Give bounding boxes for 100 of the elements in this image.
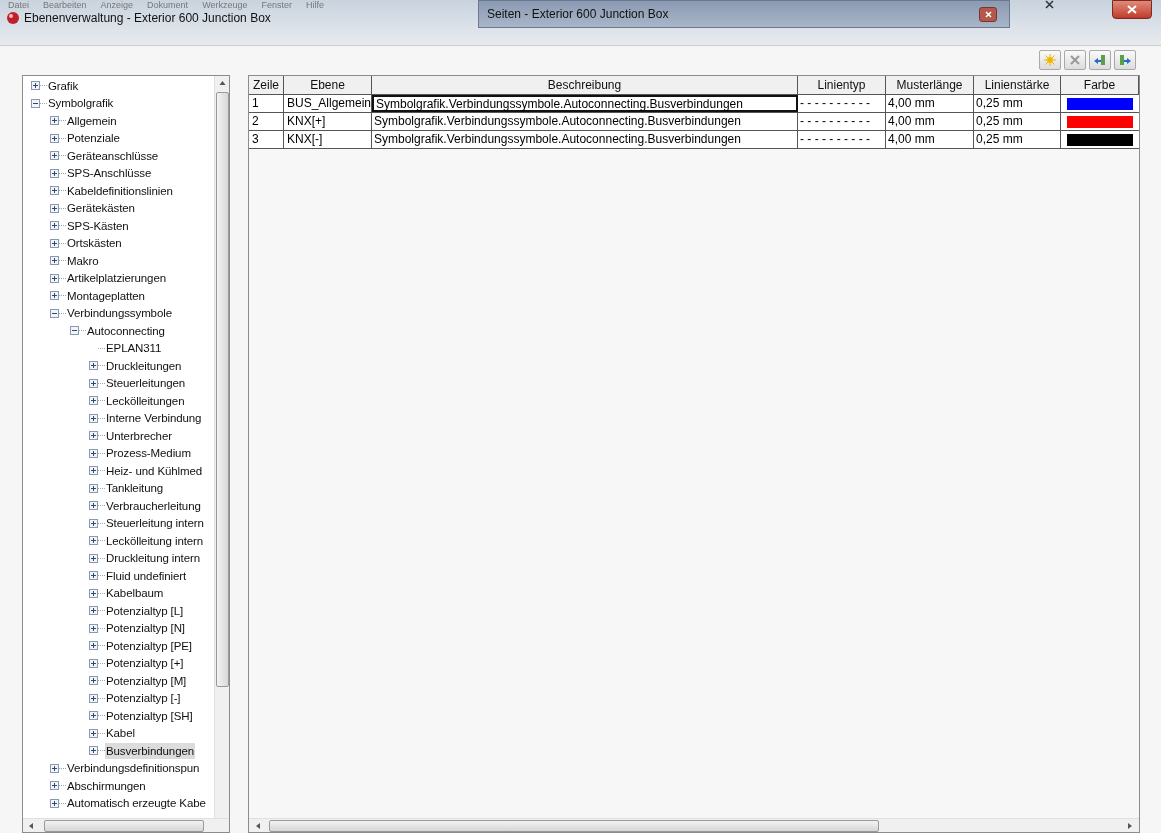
tree-item[interactable]: Druckleitung intern [105,550,201,567]
expand-icon[interactable] [89,711,98,721]
expand-icon[interactable] [89,746,98,756]
arrow-right-button[interactable] [1114,50,1136,70]
expand-icon[interactable] [50,256,59,266]
tree-item[interactable]: Druckleitungen [105,357,183,374]
tree-item[interactable]: Leckölleitungen [105,392,186,409]
expand-icon[interactable] [89,553,98,563]
expand-icon[interactable] [31,81,40,91]
expand-icon[interactable] [50,151,59,161]
tree-item[interactable]: Fluid undefiniert [105,567,188,584]
tree-item[interactable]: Ortskästen [66,235,123,252]
arrow-left-button[interactable] [1089,50,1111,70]
tree-item[interactable]: Kabel [105,725,136,742]
expand-icon[interactable] [89,536,98,546]
tree-item[interactable]: Montageplatten [66,287,146,304]
expand-icon[interactable] [89,483,98,493]
expand-icon[interactable] [89,466,98,476]
close-button[interactable] [1112,0,1152,19]
tree-item[interactable]: Leckölleitung intern [105,532,205,549]
tree-item[interactable]: Grafik [47,77,80,94]
expand-icon[interactable] [89,361,98,371]
expand-icon[interactable] [89,413,98,423]
tree-item[interactable]: Autoconnecting [86,322,166,339]
expand-icon[interactable] [50,168,59,178]
color-swatch[interactable] [1067,115,1133,128]
cross-button[interactable] [1064,50,1086,70]
expand-icon[interactable] [50,186,59,196]
tree-item[interactable]: Potenzialtyp [+] [105,655,185,672]
expand-icon[interactable] [89,623,98,633]
tree-item[interactable]: Verbindungsdefinitionspun [66,760,201,777]
expand-icon[interactable] [89,641,98,651]
tree-item[interactable]: Potenzialtyp [L] [105,602,185,619]
tree-item[interactable]: Potenzialtyp [M] [105,672,188,689]
expand-icon[interactable] [50,221,59,231]
collapse-icon[interactable] [31,98,40,108]
tree-item[interactable]: Makro [66,252,100,269]
expand-icon[interactable] [50,273,59,283]
close-icon[interactable] [1045,0,1054,9]
tree-item[interactable]: Allgemein [66,112,118,129]
tree-item[interactable]: Potenzialtyp [N] [105,620,186,637]
expand-icon[interactable] [89,448,98,458]
tree-item[interactable]: Artikelplatzierungen [66,270,167,287]
tree-item[interactable]: Potenzialtyp [-] [105,690,182,707]
expand-icon[interactable] [89,676,98,686]
expand-icon[interactable] [89,378,98,388]
expand-icon[interactable] [50,798,59,808]
expand-icon[interactable] [89,396,98,406]
expand-icon[interactable] [89,518,98,528]
expand-icon[interactable] [89,606,98,616]
tree-item[interactable]: Tankleitung [105,480,165,497]
expand-icon[interactable] [89,501,98,511]
tree-item[interactable]: Gerätekästen [66,200,136,217]
tree-item[interactable]: SPS-Kästen [66,217,130,234]
tree-item[interactable]: Verbindungssymbole [66,305,173,322]
scrollbar-thumb[interactable] [269,819,879,832]
expand-icon[interactable] [50,238,59,248]
column-header[interactable]: Zeile [249,76,284,94]
scrollbar-thumb[interactable] [44,819,204,832]
expand-icon[interactable] [89,588,98,598]
collapse-icon[interactable] [70,326,79,336]
expand-icon[interactable] [89,728,98,738]
expand-icon[interactable] [89,571,98,581]
tree-item[interactable]: Steuerleitungen [105,375,187,392]
horizontal-scrollbar[interactable] [249,818,1139,832]
tree-item[interactable]: Potenzialtyp [PE] [105,637,193,654]
color-swatch[interactable] [1067,97,1133,110]
tree-item[interactable]: Interne Verbindung [105,410,203,427]
tree-item[interactable]: SPS-Anschlüsse [66,165,153,182]
tree-item[interactable]: Potenziale [66,130,121,147]
expand-icon[interactable] [89,658,98,668]
tree-item[interactable]: Automatisch erzeugte Kabe [66,795,207,812]
column-header[interactable]: Farbe [1061,76,1139,94]
scrollbar-thumb[interactable] [215,92,229,687]
column-header[interactable]: Linientyp [798,76,886,94]
table-cell[interactable]: Symbolgrafik.Verbindungssymbole.Autoconnecting.Busverbindungen [372,113,798,130]
tree-item[interactable]: Busverbindungen [105,742,195,759]
tree-item[interactable]: Unterbrecher [105,427,173,444]
tree-item[interactable]: Prozess-Medium [105,445,192,462]
column-header[interactable]: Musterlänge [886,76,974,94]
close-button[interactable] [979,6,997,22]
tree-item[interactable]: Geräteanschlüsse [66,147,160,164]
table-cell[interactable]: Symbolgrafik.Verbindungssymbole.Autoconnecting.Busverbindungen [372,95,798,112]
expand-icon[interactable] [50,291,59,301]
tree-item[interactable]: Symbolgrafik [47,95,115,112]
tree-item[interactable]: Potenzialtyp [SH] [105,707,194,724]
tree-item[interactable]: Heiz- und Kühlmed [105,462,204,479]
expand-icon[interactable] [50,763,59,773]
table-cell[interactable]: Symbolgrafik.Verbindungssymbole.Autoconnecting.Busverbindungen [372,131,798,148]
horizontal-scrollbar[interactable] [23,818,229,832]
tree-item[interactable]: Verbraucherleitung [105,497,202,514]
expand-icon[interactable] [89,693,98,703]
column-header[interactable]: Ebene [284,76,372,94]
column-header[interactable]: Beschreibung [372,76,798,94]
tree-item[interactable]: Kabeldefinitionslinien [66,182,174,199]
expand-icon[interactable] [89,431,98,441]
expand-icon[interactable] [50,116,59,126]
column-header[interactable]: Linienstärke [974,76,1061,94]
color-swatch[interactable] [1067,133,1133,146]
expand-icon[interactable] [50,781,59,791]
